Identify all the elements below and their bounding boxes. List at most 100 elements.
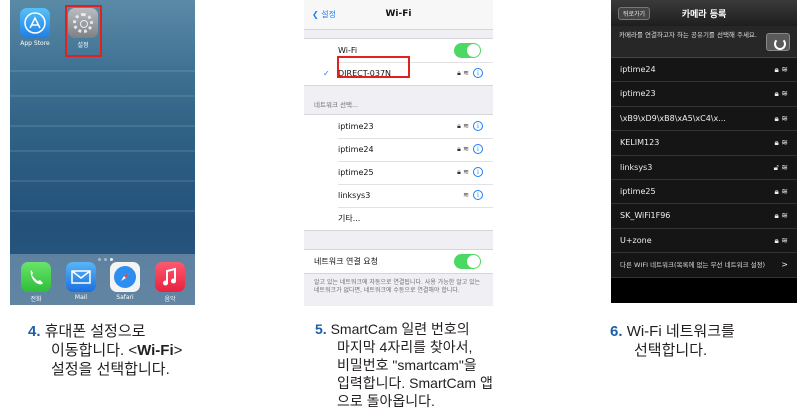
wifi-signal-icon: ≋ [463,69,469,77]
network-row[interactable]: iptime23 🔒︎ ≋ i [304,115,493,138]
wifi-signal-icon: ≋ [781,65,788,74]
lock-icon: 🔒︎ [457,122,461,130]
lock-icon: 🔒︎ [457,69,461,77]
network-row[interactable]: iptime25 🔒︎ ≋ i [304,161,493,184]
wifi-signal-icon: ≋ [781,235,788,245]
network-name: iptime24 [338,145,374,154]
wifi-signal-icon: ≋ [781,89,788,99]
connected-network-highlight-box [337,56,410,78]
app-store-app[interactable]: App Store [15,8,55,47]
network-row[interactable]: iptime23 🔒︎ ≋ [611,82,797,107]
caption-line: 이동합니다. < [51,342,138,359]
network-name: iptime25 [338,168,374,177]
dock-music-label: 음악 [164,296,176,303]
step-5-caption: 5. SmartCam 일련 번호의 마지막 4자리를 찾아서, 비밀번호 "s… [315,320,493,410]
dock: 전화 Mail Safari 음악 [10,254,195,305]
caption-line: 설정을 선택합니다. [51,361,170,378]
step-number: 5. [315,321,327,337]
music-note-icon [155,262,185,292]
lock-icon: 🔒︎ [457,145,461,153]
info-icon[interactable]: i [473,121,483,131]
caption-line: SmartCam 일련 번호의 [330,321,470,337]
caption-line: 휴대폰 설정으로 [44,323,146,340]
info-icon[interactable]: i [473,144,483,154]
network-name: iptime25 [620,186,656,196]
ask-to-join-footer: 알고 있는 네트워크에 자동으로 연결됩니다. 사용 가능한 알고 있는 네트워… [314,279,481,294]
lock-icon: 🔒︎ [774,235,779,245]
network-name: U+zone [620,235,652,245]
settings-highlight-box [65,5,102,57]
page-title: Wi-Fi [385,9,412,19]
wifi-signal-icon: ≋ [463,168,469,176]
lock-icon: 🔒︎ [774,211,779,221]
network-name: SK_WiFi1F96 [620,211,671,221]
step-number: 4. [28,323,41,340]
chevron-right-icon: > [781,260,788,270]
dock-music-app[interactable]: 음악 [150,262,190,303]
network-name: linksys3 [620,162,653,172]
network-row[interactable]: \xB9\xD9\xB8\xA5\xC4\x... 🔒︎ ≋ [611,106,797,132]
refresh-icon[interactable] [766,33,790,51]
dock-mail-label: Mail [74,294,88,301]
caption-bold: Wi-Fi [137,342,174,359]
network-name: iptime23 [338,122,374,131]
network-name: linksys3 [338,191,371,200]
caption-line: > [173,342,183,359]
network-row[interactable]: linksys3 🔓︎ ≋ [611,155,797,180]
network-row[interactable]: SK_WiFi1F96 🔒︎ ≋ [611,204,797,229]
ask-to-join-label: 네트워크 연결 요청 [314,257,378,266]
caption-line: 으로 돌아옵니다. [337,393,435,409]
dock-phone-app[interactable]: 전화 [16,262,56,303]
network-name: KELIM123 [620,138,660,148]
dock-safari-app[interactable]: Safari [105,262,145,301]
wifi-toggle[interactable] [454,43,481,58]
caption-line: Wi-Fi 네트워크를 [626,323,735,340]
other-network-row[interactable]: 기타... [304,207,493,230]
mail-icon [66,262,96,292]
navigation-bar: ❮ 설정 Wi-Fi [304,0,493,30]
network-row[interactable]: linksys3 ≋ i [304,184,493,207]
network-row[interactable]: iptime24 🔒︎ ≋ [611,58,797,83]
wifi-signal-icon: ≋ [781,113,788,123]
network-name: \xB9\xD9\xB8\xA5\xC4\x... [620,113,726,123]
network-row[interactable]: U+zone 🔒︎ ≋ [611,228,797,254]
instruction-text: 카메라를 연결하고자 하는 공유기를 선택해 주세요. [619,31,757,39]
wifi-signal-icon: ≋ [781,186,788,196]
lock-icon: 🔒︎ [457,168,461,176]
wifi-signal-icon: ≋ [781,162,788,172]
unlocked-icon: 🔓︎ [773,162,779,172]
network-name: iptime23 [620,89,656,99]
info-icon[interactable]: i [473,190,483,200]
wifi-signal-icon: ≋ [463,122,469,130]
caption-line: 입력합니다. SmartCam 앱 [337,375,493,391]
dock-mail-app[interactable]: Mail [61,262,101,301]
lock-icon: 🔒︎ [774,113,779,123]
network-row[interactable]: iptime25 🔒︎ ≋ [611,179,797,205]
network-row[interactable]: KELIM123 🔒︎ ≋ [611,131,797,156]
network-row[interactable]: iptime24 🔒︎ ≋ i [304,138,493,161]
other-network-label: 기타... [338,214,361,223]
info-icon[interactable]: i [473,68,483,78]
caption-line: 선택합니다. [634,342,708,359]
wifi-signal-icon: ≋ [781,138,788,148]
lock-icon: 🔒︎ [774,186,779,196]
choose-network-header: 네트워크 선택... [314,101,359,109]
dock-phone-label: 전화 [30,296,42,303]
network-list: iptime23 🔒︎ ≋ i iptime24 🔒︎ ≋ i iptime25 🔒… [304,114,493,231]
home-screen: App Store 설정 전화 Mail Safari 음악 [10,0,195,305]
caption-line: 비밀번호 "smartcam"을 [337,357,477,373]
instruction-bar: 카메라를 연결하고자 하는 공유기를 선택해 주세요. [611,26,797,58]
lock-icon: 🔒︎ [774,65,779,74]
ask-to-join-toggle[interactable] [454,254,481,269]
other-network-row[interactable]: 다른 WIFI 네트워크(목록에 없는 무선 네트워크 설정) > [611,253,797,278]
safari-compass-icon [110,262,140,292]
other-network-label: 다른 WIFI 네트워크(목록에 없는 무선 네트워크 설정) [620,261,766,270]
wifi-label: Wi-Fi [338,46,358,55]
page-title: 카메라 등록 [681,10,727,20]
wifi-signal-icon: ≋ [463,191,469,199]
info-icon[interactable]: i [473,167,483,177]
lock-icon: 🔒︎ [774,138,779,148]
phone-icon [21,262,51,292]
lock-icon: 🔒︎ [774,89,779,99]
dock-safari-label: Safari [116,294,134,301]
